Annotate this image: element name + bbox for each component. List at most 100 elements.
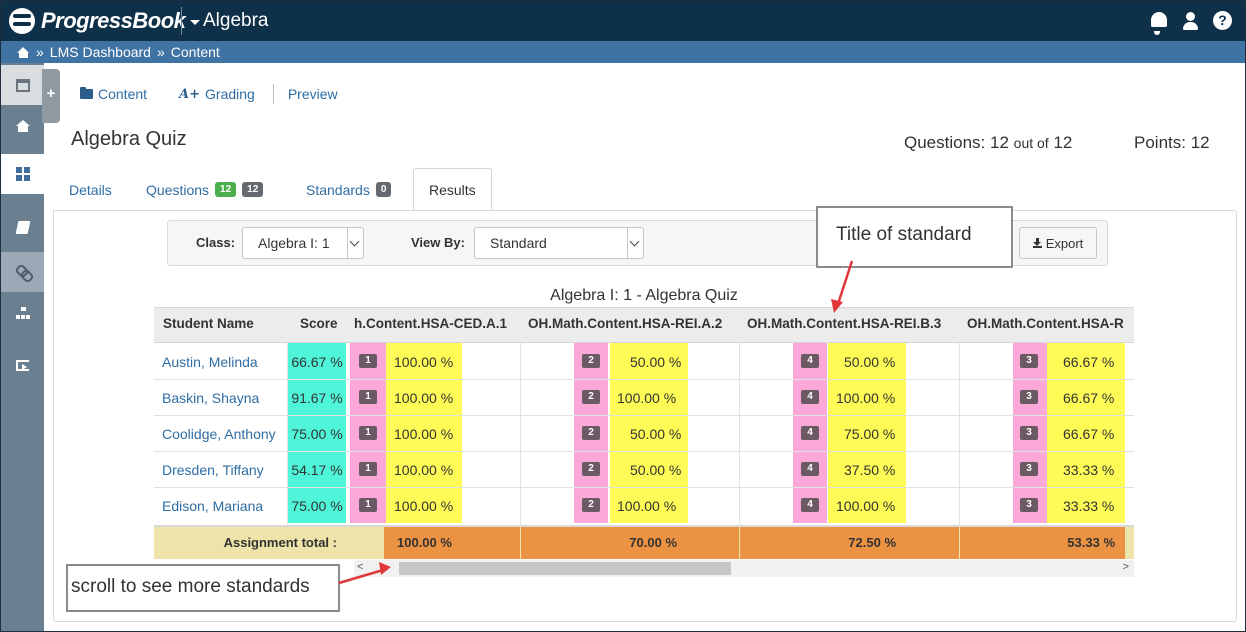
class-label: Class: [196,235,236,250]
student-score: 66.67 % [291,354,343,370]
tab-results[interactable]: Results [413,168,492,211]
standard-percent: 50.00 % [630,354,682,370]
question-count-badge: 2 [582,462,600,476]
questions-summary: Questions: 12 out of 12 [904,133,1073,152]
topbar-divider [181,7,182,35]
standards-badge: 0 [375,182,392,197]
student-name-link[interactable]: Dresden, Tiffany [162,462,264,478]
tab-preview[interactable]: Preview [288,86,338,102]
standard-percent: 100.00 % [394,498,454,514]
scroll-left-icon[interactable]: < [357,561,363,573]
breadcrumb-lms-dashboard[interactable]: LMS Dashboard [50,44,151,60]
view-by-label: View By: [411,235,465,250]
student-name-link[interactable]: Edison, Mariana [162,498,263,514]
standard-percent: 100.00 % [836,498,896,514]
question-count-badge: 1 [359,354,377,368]
row-divider [154,487,1134,488]
question-count-badge: 3 [1020,498,1038,512]
questions-badge-gray: 12 [242,182,264,197]
bell-icon[interactable] [1149,11,1169,31]
standard-percent: 100.00 % [617,390,677,406]
horizontal-scrollbar[interactable]: < > [354,560,1134,577]
tab-questions[interactable]: Questions 12 12 [146,168,264,211]
user-icon[interactable] [1181,11,1201,31]
breadcrumb-content[interactable]: Content [171,44,220,60]
standard-percent: 33.33 % [1063,498,1115,514]
question-count-badge: 2 [582,354,600,368]
nav-sign-out[interactable] [1,345,44,385]
standard-percent: 66.67 % [1063,390,1115,406]
nav-book[interactable] [1,207,44,247]
nav-sitemap[interactable] [1,294,44,334]
col-standard-3[interactable]: OH.Math.Content.HSA-REI.B.3 [747,307,941,343]
plus-icon: + [46,85,56,102]
standard-percent: 50.00 % [844,354,896,370]
progressbook-logo[interactable]: ProgressBook [9,6,186,36]
student-name-link[interactable]: Austin, Melinda [162,354,258,370]
help-icon[interactable]: ? [1213,11,1233,31]
tab-grading[interactable]: A+ Grading [179,86,255,102]
caret-down-icon [190,19,200,25]
class-select[interactable]: Algebra I: 1 [242,227,364,259]
home-icon[interactable] [17,46,30,58]
top-bar: ProgressBook Algebra ? [1,1,1245,41]
tab-grading-label: Grading [205,86,255,102]
tab-content-label: Content [98,86,148,102]
col-divider [520,343,521,525]
nav-calendar[interactable] [1,65,44,105]
breadcrumb-separator: » [36,44,44,60]
export-label: Export [1045,235,1084,251]
col-standard-2[interactable]: OH.Math.Content.HSA-REI.A.2 [528,307,722,343]
col-student-name[interactable]: Student Name [163,307,254,343]
sitemap-icon [15,307,30,321]
view-by-select-value: Standard [490,235,547,251]
standard-percent: 66.67 % [1063,426,1115,442]
scroll-right-icon[interactable]: > [1123,561,1129,573]
question-count-badge: 3 [1020,462,1038,476]
question-count-badge: 1 [359,462,377,476]
student-name-link[interactable]: Coolidge, Anthony [162,426,276,442]
col-divider [739,343,740,525]
tab-details[interactable]: Details [69,168,112,211]
callout-scroll-hint: scroll to see more standards [66,564,340,612]
callout-title-of-standard: Title of standard [816,206,1013,268]
tab-standards[interactable]: Standards 0 [306,168,392,211]
left-nav [1,63,44,631]
view-by-select[interactable]: Standard [474,227,644,259]
standard-percent: 75.00 % [844,426,896,442]
standard-percent: 100.00 % [836,390,896,406]
app-window: ProgressBook Algebra ? » LMS Dashboard »… [0,0,1246,632]
expand-panel-tab[interactable]: + [42,69,60,123]
chevron-down-icon [347,228,363,258]
assignment-total-cell: 72.50 % [740,527,959,559]
scrollbar-thumb[interactable] [399,562,731,575]
col-standard-4[interactable]: OH.Math.Content.HSA-R [967,307,1124,343]
student-score: 75.00 % [291,498,343,514]
breadcrumb: » LMS Dashboard » Content [1,41,1245,63]
grading-icon: A+ [179,86,201,102]
nav-dashboard[interactable] [1,154,44,194]
student-score: 54.17 % [291,462,343,478]
dashboard-grid-icon [15,167,30,181]
question-count-badge: 4 [801,354,819,368]
question-count-badge: 2 [582,426,600,440]
col-score[interactable]: Score [300,307,338,343]
standard-percent: 66.67 % [1063,354,1115,370]
nav-home[interactable] [1,107,44,147]
standard-percent: 100.00 % [394,426,454,442]
assignment-total-cell: 100.00 % [384,527,520,559]
breadcrumb-separator: » [156,44,165,60]
export-button[interactable]: Export [1019,227,1097,259]
standard-percent: 33.33 % [1063,462,1115,478]
app-name: Algebra [203,10,269,31]
tab-content[interactable]: Content [80,86,147,102]
tab-preview-label: Preview [287,86,338,102]
standard-percent: 50.00 % [630,462,682,478]
col-standard-1[interactable]: h.Content.HSA-CED.A.1 [354,307,507,343]
standard-percent: 100.00 % [394,462,454,478]
app-switcher[interactable]: Algebra [190,10,269,32]
question-count-badge: 1 [359,390,377,404]
book-icon [15,220,30,234]
student-name-link[interactable]: Baskin, Shayna [162,390,259,406]
nav-links[interactable] [1,252,44,292]
